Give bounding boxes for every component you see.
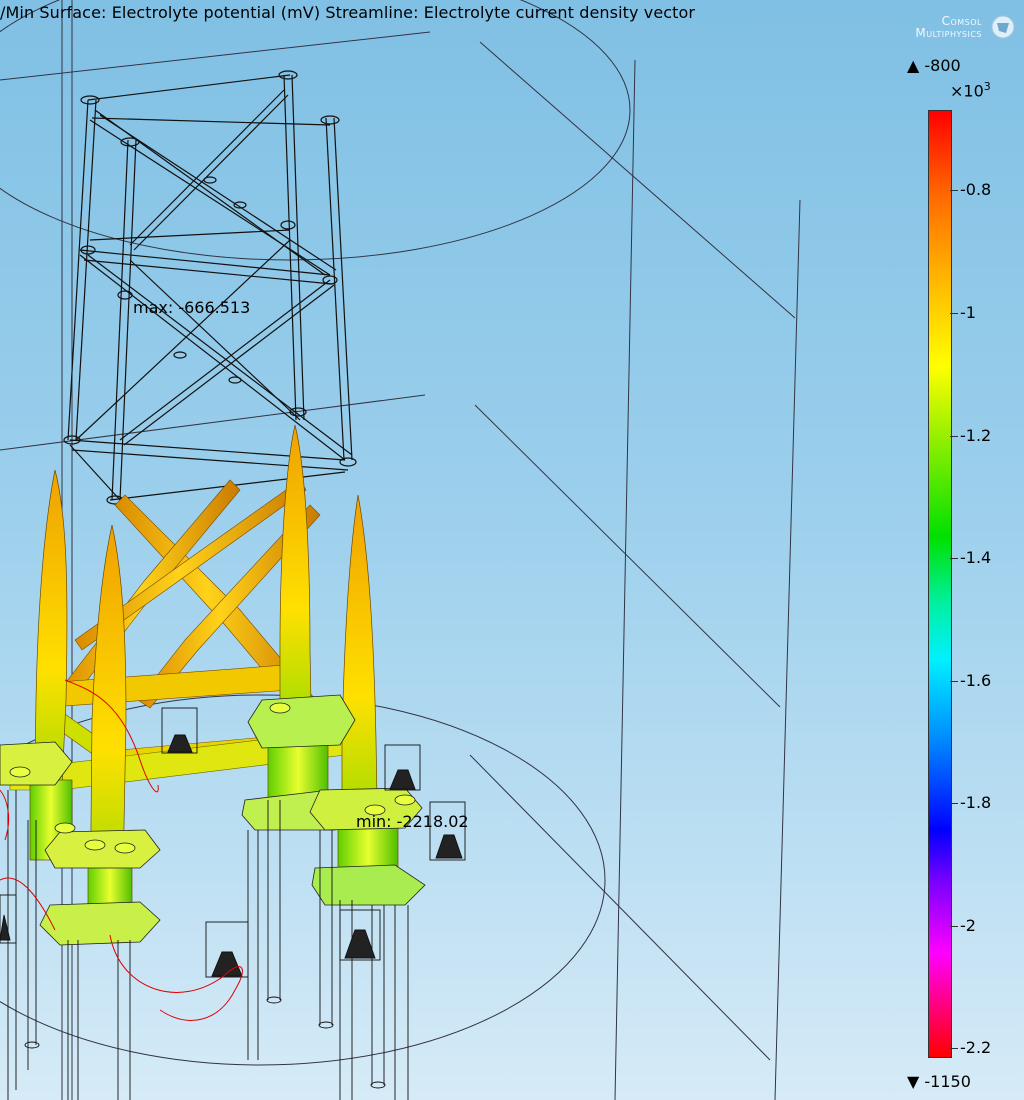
colorbar-tick-label: -0.8 (960, 180, 992, 199)
logo-text: Comsol Multiphysics (915, 15, 982, 39)
colorbar-tick-label: -1.2 (960, 426, 992, 445)
max-annotation: max: -666.513 (133, 298, 251, 317)
colorbar-tick-label: -2.2 (960, 1038, 992, 1057)
colorbar-tick-label: -1 (960, 303, 976, 322)
colorbar-multiplier: ×103 (950, 80, 991, 100)
colorbar-tick (950, 681, 958, 682)
colorbar-tick (950, 803, 958, 804)
colorbar-tick (950, 436, 958, 437)
logo-line2: Multiphysics (915, 26, 982, 40)
comsol-logo-icon (991, 15, 1015, 39)
min-annotation: min: -2218.02 (356, 812, 469, 831)
colorbar-tick-label: -1.8 (960, 793, 992, 812)
colorbar-multiplier-exponent: 3 (983, 80, 991, 93)
comsol-logo: Comsol Multiphysics (852, 14, 1022, 46)
colorbar-tick-label: -1.6 (960, 671, 992, 690)
colorbar-tick-label: -2 (960, 916, 976, 935)
colorbar (928, 110, 952, 1058)
colorbar-multiplier-base: ×10 (950, 81, 984, 101)
colorbar-tick (950, 190, 958, 191)
colorbar-tick (950, 558, 958, 559)
colorbar-tick (950, 926, 958, 927)
jacket-upper-lattice (63, 70, 357, 505)
colorbar-max-label: ▲ -800 (907, 56, 961, 75)
colorbar-tick (950, 1048, 958, 1049)
plot-title: /Min Surface: Electrolyte potential (mV)… (0, 3, 696, 22)
colorbar-min-label: ▼ -1150 (907, 1072, 971, 1091)
3d-viewport[interactable] (0, 0, 1024, 1100)
colorbar-tick-label: -1.4 (960, 548, 992, 567)
colorbar-tick (950, 313, 958, 314)
